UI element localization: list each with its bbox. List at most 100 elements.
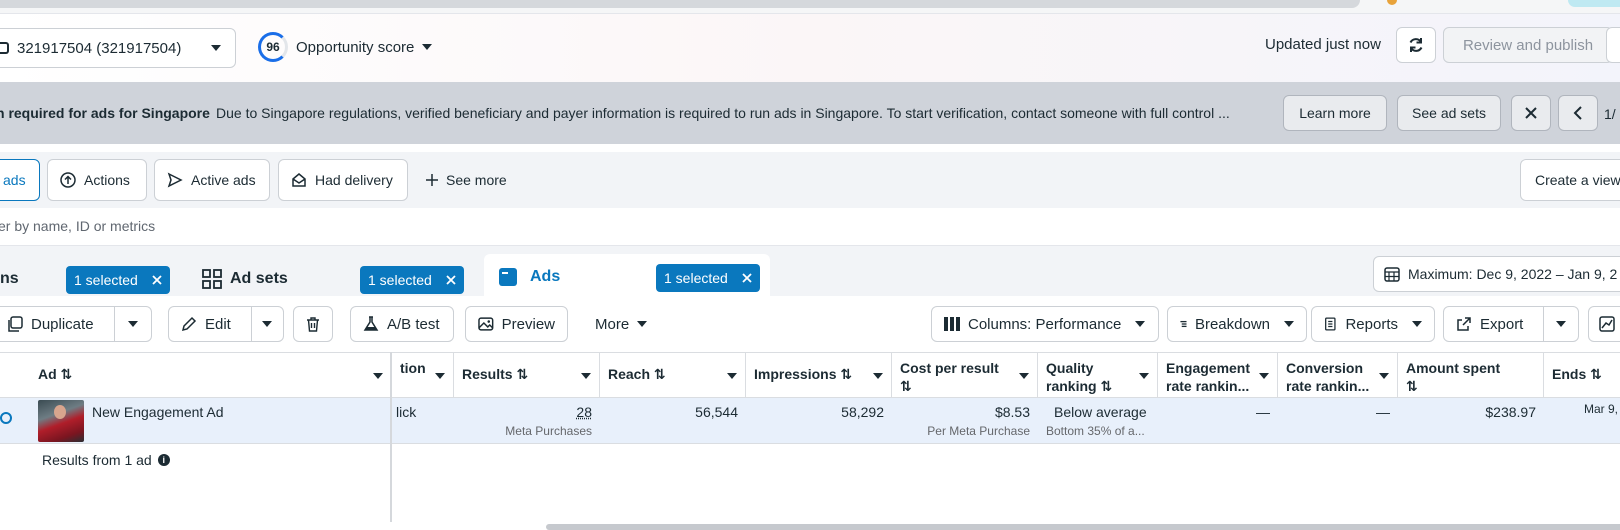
row-checkbox[interactable] (0, 398, 12, 444)
ad-thumbnail[interactable] (38, 400, 84, 442)
horizontal-scrollbar[interactable] (546, 524, 1620, 530)
edit-button[interactable]: Edit (169, 307, 243, 341)
results-value[interactable]: 28 (462, 404, 592, 420)
duplicate-dropdown[interactable] (113, 307, 151, 341)
image-icon (478, 317, 494, 331)
filter-bar: ads Actions Active ads Had delivery See … (0, 152, 1620, 208)
more-button[interactable]: More (582, 306, 658, 342)
chip-all-ads[interactable]: ads (0, 159, 40, 201)
column-label: Reach ⇅ (608, 366, 666, 382)
adsets-selected-pill[interactable]: 1 selected (360, 266, 464, 294)
preview-label: Preview (501, 315, 555, 333)
opportunity-score[interactable]: 96 Opportunity score (258, 32, 433, 62)
columns-button[interactable]: Columns: Performance (931, 306, 1159, 342)
column-header-reach[interactable]: Reach ⇅ (600, 353, 746, 399)
chevron-down-icon[interactable] (1379, 373, 1389, 379)
chevron-down-icon[interactable] (1259, 373, 1269, 379)
column-header-impressions[interactable]: Impressions ⇅ (746, 353, 892, 399)
tab-label: ns (0, 270, 19, 287)
review-publish-button[interactable]: Review and publish (1443, 27, 1613, 63)
cell-conversion-ranking: — (1278, 398, 1398, 444)
account-selector[interactable]: 321917504 (321917504) (0, 28, 236, 68)
delete-button[interactable] (293, 306, 333, 342)
export-icon (1457, 317, 1471, 331)
chevron-down-icon[interactable] (373, 373, 383, 379)
chip-had-delivery[interactable]: Had delivery (278, 159, 408, 201)
chevron-down-icon (127, 321, 138, 327)
edit-dropdown[interactable] (250, 307, 283, 341)
column-header-engagement-ranking[interactable]: Engagement rate rankin... (1158, 353, 1278, 399)
create-view-button[interactable]: Create a view (1520, 159, 1620, 201)
column-header-ad[interactable]: Ad ⇅ (30, 353, 392, 399)
chevron-down-icon[interactable] (581, 373, 591, 379)
cell-cost-per-result: $8.53 Per Meta Purchase (892, 398, 1038, 444)
search-input[interactable] (0, 218, 598, 234)
preview-button[interactable]: Preview (465, 306, 568, 342)
tab-ad-sets[interactable]: Ad sets 1 selected (190, 258, 472, 300)
column-header-amount-spent[interactable]: Amount spent ⇅ (1398, 353, 1544, 399)
account-icon (0, 42, 9, 54)
see-more-button[interactable]: See more (426, 172, 507, 188)
cell-amount-spent: $238.97 (1398, 398, 1544, 444)
column-header-conversion-ranking[interactable]: Conversion rate rankin... (1278, 353, 1398, 399)
chevron-down-icon[interactable] (1019, 373, 1029, 379)
column-header-quality-ranking[interactable]: Quality ranking ⇅ (1038, 353, 1158, 399)
chart-toggle-button[interactable] (1588, 306, 1620, 342)
column-header-results[interactable]: Results ⇅ (454, 353, 600, 399)
ab-test-button[interactable]: A/B test (350, 306, 454, 342)
duplicate-button[interactable]: Duplicate (0, 307, 106, 341)
see-ad-sets-button[interactable]: See ad sets (1397, 95, 1501, 131)
chevron-down-icon (1556, 321, 1567, 327)
chevron-down-icon[interactable] (435, 373, 445, 379)
ads-selected-pill[interactable]: 1 selected (656, 264, 760, 292)
chevron-down-icon[interactable] (873, 373, 883, 379)
close-icon[interactable] (742, 273, 752, 283)
column-label-2: rate rankin... (1166, 378, 1250, 394)
close-icon[interactable] (152, 275, 162, 285)
export-button[interactable]: Export (1444, 307, 1535, 341)
column-label: Cost per result (900, 360, 999, 376)
tab-campaigns[interactable]: ns 1 selected (0, 258, 180, 300)
ab-test-label: A/B test (387, 315, 440, 333)
quality-value: Below average (1054, 404, 1147, 420)
campaigns-selected-pill[interactable]: 1 selected (66, 266, 170, 294)
learn-more-button[interactable]: Learn more (1283, 95, 1387, 131)
chevron-down-icon[interactable] (1139, 373, 1149, 379)
edit-split-button: Edit (168, 306, 284, 342)
cell-ad-name[interactable]: New Engagement Ad (84, 398, 384, 444)
info-icon[interactable]: i (157, 454, 170, 466)
export-dropdown[interactable] (1543, 307, 1578, 341)
line-chart-icon (1599, 316, 1615, 332)
ad-name[interactable]: New Engagement Ad (92, 404, 224, 420)
chevron-down-icon[interactable] (727, 373, 737, 379)
opportunity-score-label: Opportunity score (296, 38, 415, 56)
envelope-open-icon (292, 173, 306, 187)
reach-value: 56,544 (695, 404, 738, 420)
top-scroll-pill (0, 0, 1360, 8)
chip-label: Actions (84, 172, 130, 188)
close-icon[interactable] (446, 275, 456, 285)
dismiss-banner-button[interactable] (1511, 95, 1551, 131)
selected-count: 1 selected (74, 272, 138, 288)
banner-prev-button[interactable] (1558, 95, 1598, 131)
column-label: Impressions ⇅ (754, 366, 853, 382)
column-header-attribution[interactable]: tion (392, 353, 454, 399)
arrow-up-circle-icon (60, 172, 76, 188)
refresh-icon (1409, 38, 1423, 52)
account-label: 321917504 (321917504) (17, 39, 182, 57)
quality-sub: Bottom 35% of a... (1046, 424, 1145, 438)
breakdown-button[interactable]: Breakdown (1167, 306, 1307, 342)
header-edge-button[interactable] (1606, 27, 1620, 63)
chip-actions[interactable]: Actions (47, 159, 147, 201)
chevron-down-icon (1284, 321, 1294, 327)
column-header-cost-per-result[interactable]: Cost per result ⇅ (892, 353, 1038, 399)
flask-icon (363, 316, 379, 331)
reports-button[interactable]: Reports (1311, 306, 1435, 342)
date-range-picker[interactable]: Maximum: Dec 9, 2022 – Jan 9, 2 (1373, 256, 1620, 292)
column-header-ends[interactable]: Ends ⇅ (1544, 353, 1620, 399)
table-row[interactable]: New Engagement Ad lick 28 Meta Purchases… (0, 398, 1620, 444)
tab-ads[interactable]: Ads 1 selected (484, 254, 770, 300)
refresh-button[interactable] (1396, 27, 1436, 63)
grid-icon (202, 269, 222, 289)
chip-active-ads[interactable]: Active ads (154, 159, 270, 201)
